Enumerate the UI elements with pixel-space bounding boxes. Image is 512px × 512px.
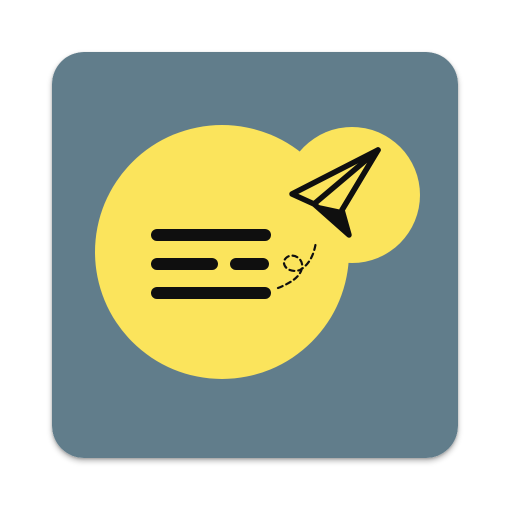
app-icon[interactable] — [52, 52, 458, 458]
canvas — [0, 0, 512, 512]
app-icon-graphic — [52, 52, 458, 458]
